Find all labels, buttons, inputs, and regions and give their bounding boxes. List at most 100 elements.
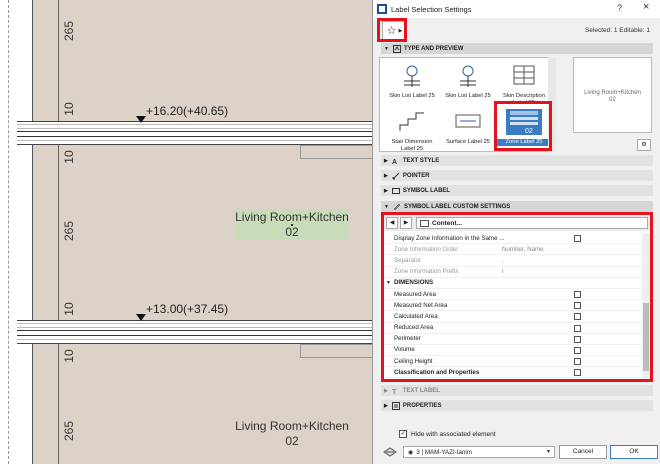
parameter-value: ,: [502, 256, 504, 264]
custom-settings-toolbar: ◀ ▶ Content...: [384, 215, 650, 231]
parameter-value: I: [502, 268, 504, 276]
parameter-checkbox[interactable]: [574, 346, 581, 354]
help-icon[interactable]: ?: [617, 3, 622, 13]
preview-number: 02: [609, 97, 616, 103]
dimension-text: 265: [62, 20, 76, 42]
zone-label[interactable]: Living Room+Kitchen 02: [222, 419, 362, 449]
section-symbol-label[interactable]: ▶ SYMBOL LABEL: [381, 185, 653, 196]
hide-with-element-label: Hide with associated element: [411, 431, 496, 438]
opening-outline: [300, 344, 372, 358]
thumbnail-surface-label[interactable]: Surface Label 25: [440, 106, 496, 152]
section-text-style[interactable]: ▶ A TEXT STYLE: [381, 155, 653, 166]
parameter-row[interactable]: Display Zone Information in the Same ...: [384, 233, 642, 245]
label-thumbnail-icon: [460, 65, 476, 87]
preview-options-button[interactable]: ⚙: [637, 139, 651, 151]
thumbnail-skin-list-label-2[interactable]: Skin List Label 25: [440, 60, 496, 106]
parameter-row[interactable]: Volume: [384, 345, 642, 357]
parameter-checkbox[interactable]: [574, 235, 581, 242]
hide-with-element-checkbox[interactable]: ✓: [399, 430, 407, 438]
expanded-icon: ▼: [386, 279, 391, 286]
parameter-row[interactable]: Measured Net Area: [384, 300, 642, 312]
dimension-text: 10: [62, 349, 76, 363]
properties-icon: [391, 401, 400, 410]
label-selection-settings-dialog: Label Selection Settings ? × ☆ ▶ Selected…: [372, 0, 660, 464]
parameter-row[interactable]: Reduced Area: [384, 323, 642, 334]
eye-icon: ◉: [408, 448, 414, 456]
parameter-row[interactable]: Zone Information Prefix I: [384, 267, 642, 278]
section-label: TYPE AND PREVIEW: [403, 45, 464, 52]
section-type-and-preview[interactable]: ▼ TYPE AND PREVIEW: [381, 43, 653, 54]
favorites-button[interactable]: ☆ ▶: [382, 21, 407, 40]
parameter-label: Measured Net Area: [394, 301, 448, 309]
parameter-row[interactable]: Separator,: [384, 255, 642, 267]
parameter-row[interactable]: Calculated Area: [384, 311, 642, 323]
star-icon: ☆: [386, 25, 397, 37]
section-symbol-label-custom-settings[interactable]: ▼ SYMBOL LABEL CUSTOM SETTINGS: [381, 201, 653, 212]
content-page-dropdown[interactable]: Content...: [416, 217, 648, 229]
parameter-group-header[interactable]: ▼ DIMENSIONS: [384, 278, 642, 289]
section-properties[interactable]: ▶ PROPERTIES: [381, 400, 653, 411]
app-icon: [377, 4, 387, 14]
parameter-checkbox[interactable]: [574, 290, 581, 298]
section-pointer[interactable]: ▶ POINTER: [381, 170, 653, 181]
custom-settings-panel: ◀ ▶ Content... Display Zone Information …: [383, 214, 651, 382]
parameter-checkbox[interactable]: [574, 324, 581, 332]
parameter-row[interactable]: Classification and Properties: [384, 367, 642, 379]
ok-button[interactable]: OK: [610, 445, 658, 459]
slab[interactable]: [17, 320, 372, 344]
parameter-row[interactable]: Zone Information Order Number, Name: [384, 244, 642, 256]
zone-name: Living Room+Kitchen: [235, 210, 349, 224]
scrollbar-thumb[interactable]: [643, 303, 649, 371]
page-list-icon: [420, 219, 429, 227]
drawing-canvas[interactable]: 265 10 35 10 265 10 35 10 265 +16.20(+40…: [0, 0, 372, 464]
parameter-checkbox[interactable]: [574, 302, 581, 310]
title-bar[interactable]: Label Selection Settings ? ×: [373, 0, 660, 18]
label-anchor: [291, 224, 293, 226]
elevation-text: +13.00(+37.45): [146, 302, 229, 316]
parameter-label: Display Zone Information in the Same ...: [394, 234, 505, 242]
label-thumbnail-icon: [404, 65, 420, 87]
parameter-checkbox[interactable]: [574, 358, 581, 366]
parameter-row[interactable]: Measured Area: [384, 289, 642, 301]
thumbnail-skin-description-label[interactable]: Skin Description Label 25: [496, 60, 552, 106]
text-style-icon: A: [392, 159, 397, 165]
label-type-list[interactable]: Skin List Label 25 Skin List Label 25 Sk…: [379, 57, 555, 152]
svg-text:T: T: [392, 389, 397, 395]
thumbnail-zone-label[interactable]: 02 Zone Label 25: [496, 106, 552, 152]
dimension-text: 10: [62, 150, 76, 164]
symbol-label-icon: [391, 187, 400, 194]
dimension-text: 265: [62, 420, 76, 442]
parameter-checkbox[interactable]: [574, 313, 581, 321]
label-thumbnail-icon: [513, 65, 535, 85]
thumbnail-stair-dimension-label[interactable]: Stair Dimension Label 25: [384, 106, 440, 152]
section-label: POINTER: [402, 172, 430, 179]
previous-page-button[interactable]: ◀: [386, 217, 398, 229]
parameter-label: Calculated Area: [394, 312, 438, 320]
chevron-right-icon: ▶: [398, 27, 403, 34]
next-page-button[interactable]: ▶: [400, 217, 412, 229]
collapsed-icon: ▶: [384, 157, 388, 164]
parameter-checkbox[interactable]: [574, 369, 581, 377]
parameter-row[interactable]: Perimeter: [384, 334, 642, 345]
cancel-button[interactable]: Cancel: [559, 445, 607, 459]
dimension-line: [58, 0, 59, 464]
section-label: PROPERTIES: [402, 402, 442, 409]
parameter-scrollbar[interactable]: [642, 233, 650, 381]
section-text-label[interactable]: ▶ T TEXT LABEL: [381, 385, 653, 396]
parameter-label: Ceiling Height: [394, 357, 433, 365]
thumbnail-scrollbar[interactable]: [548, 57, 556, 152]
thumbnail-skin-list-label-1[interactable]: Skin List Label 25: [384, 60, 440, 106]
opening-outline: [300, 145, 372, 159]
parameter-checkbox[interactable]: [574, 335, 581, 343]
selection-info: Selected: 1 Editable: 1: [584, 27, 650, 34]
parameter-row[interactable]: Ceiling Height: [384, 356, 642, 368]
thumbnail-label: Skin List Label 25: [445, 93, 491, 99]
custom-settings-icon: [393, 203, 401, 210]
dialog-title: Label Selection Settings: [391, 4, 472, 14]
parameter-label: Zone Information Order: [394, 245, 459, 253]
label-thumbnail-icon: 02: [506, 109, 542, 135]
close-icon[interactable]: ×: [643, 1, 649, 13]
slab[interactable]: [17, 121, 372, 145]
parameter-label: Measured Area: [394, 290, 436, 298]
layer-dropdown[interactable]: ◉ 3 | MAM-YAZI-tanim ▼: [403, 446, 555, 458]
